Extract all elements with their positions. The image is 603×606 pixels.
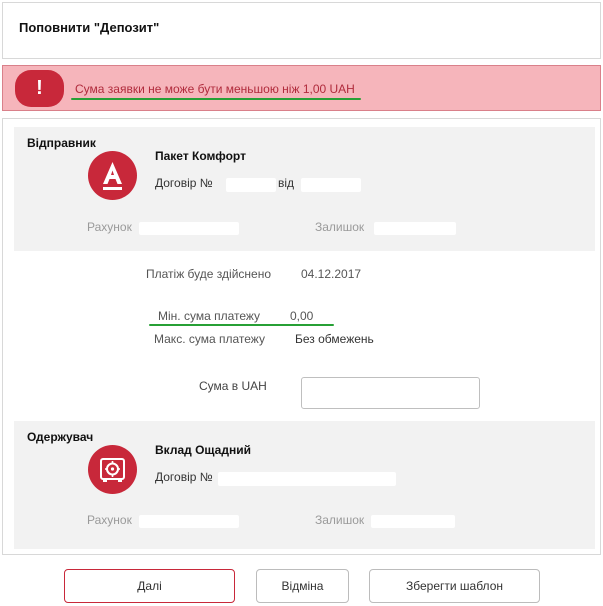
payment-date-label: Платіж буде здійснено <box>146 267 271 281</box>
redacted-balance <box>374 222 456 235</box>
save-template-button[interactable]: Зберегти шаблон <box>369 569 540 603</box>
min-amount-label: Мін. сума платежу <box>158 309 261 323</box>
safe-icon <box>88 445 137 494</box>
exclamation-icon: ! <box>15 70 64 107</box>
redacted-account <box>139 222 239 235</box>
transfer-form: Відправник Пакет Комфорт Договір № від Р… <box>2 118 601 555</box>
receiver-account-label: Рахунок <box>87 513 132 527</box>
page-title: Поповнити "Депозит" <box>19 20 160 35</box>
alfa-bank-logo-icon <box>88 151 137 200</box>
highlight-underline <box>71 98 361 100</box>
receiver-section: Одержувач Вклад Ощадний Договір № Рахуно… <box>14 421 595 549</box>
redacted-contract-date <box>301 178 361 192</box>
page-header: Поповнити "Депозит" <box>2 2 601 59</box>
max-amount-value: Без обмежень <box>295 332 374 346</box>
receiver-product-name: Вклад Ощадний <box>155 443 251 457</box>
sender-contract-from-label: від <box>278 176 295 190</box>
receiver-balance-label: Залишок <box>315 513 365 527</box>
min-amount-value: 0,00 <box>290 309 314 323</box>
redacted-balance <box>371 515 455 528</box>
sender-balance-label: Залишок <box>315 220 365 234</box>
sender-product-name: Пакет Комфорт <box>155 149 246 163</box>
highlight-underline <box>149 324 334 326</box>
redacted-contract-number <box>226 178 276 192</box>
redacted-contract-number <box>218 472 396 486</box>
payment-date-value: 04.12.2017 <box>301 267 362 281</box>
next-button[interactable]: Далі <box>64 569 235 603</box>
error-message: Сума заявки не може бути меньшою ніж 1,0… <box>75 82 355 96</box>
sender-label: Відправник <box>27 136 96 150</box>
sender-account-label: Рахунок <box>87 220 132 234</box>
amount-input[interactable] <box>301 377 480 409</box>
error-alert: ! Сума заявки не може бути меньшою ніж 1… <box>2 65 601 111</box>
sender-section: Відправник Пакет Комфорт Договір № від Р… <box>14 127 595 251</box>
max-amount-label: Макс. сума платежу <box>154 332 265 346</box>
cancel-button[interactable]: Відміна <box>256 569 349 603</box>
redacted-account <box>139 515 239 528</box>
sender-contract-label: Договір № <box>155 176 213 190</box>
amount-label: Сума в UAH <box>199 379 267 393</box>
receiver-contract-label: Договір № <box>155 470 213 484</box>
receiver-label: Одержувач <box>27 430 94 444</box>
